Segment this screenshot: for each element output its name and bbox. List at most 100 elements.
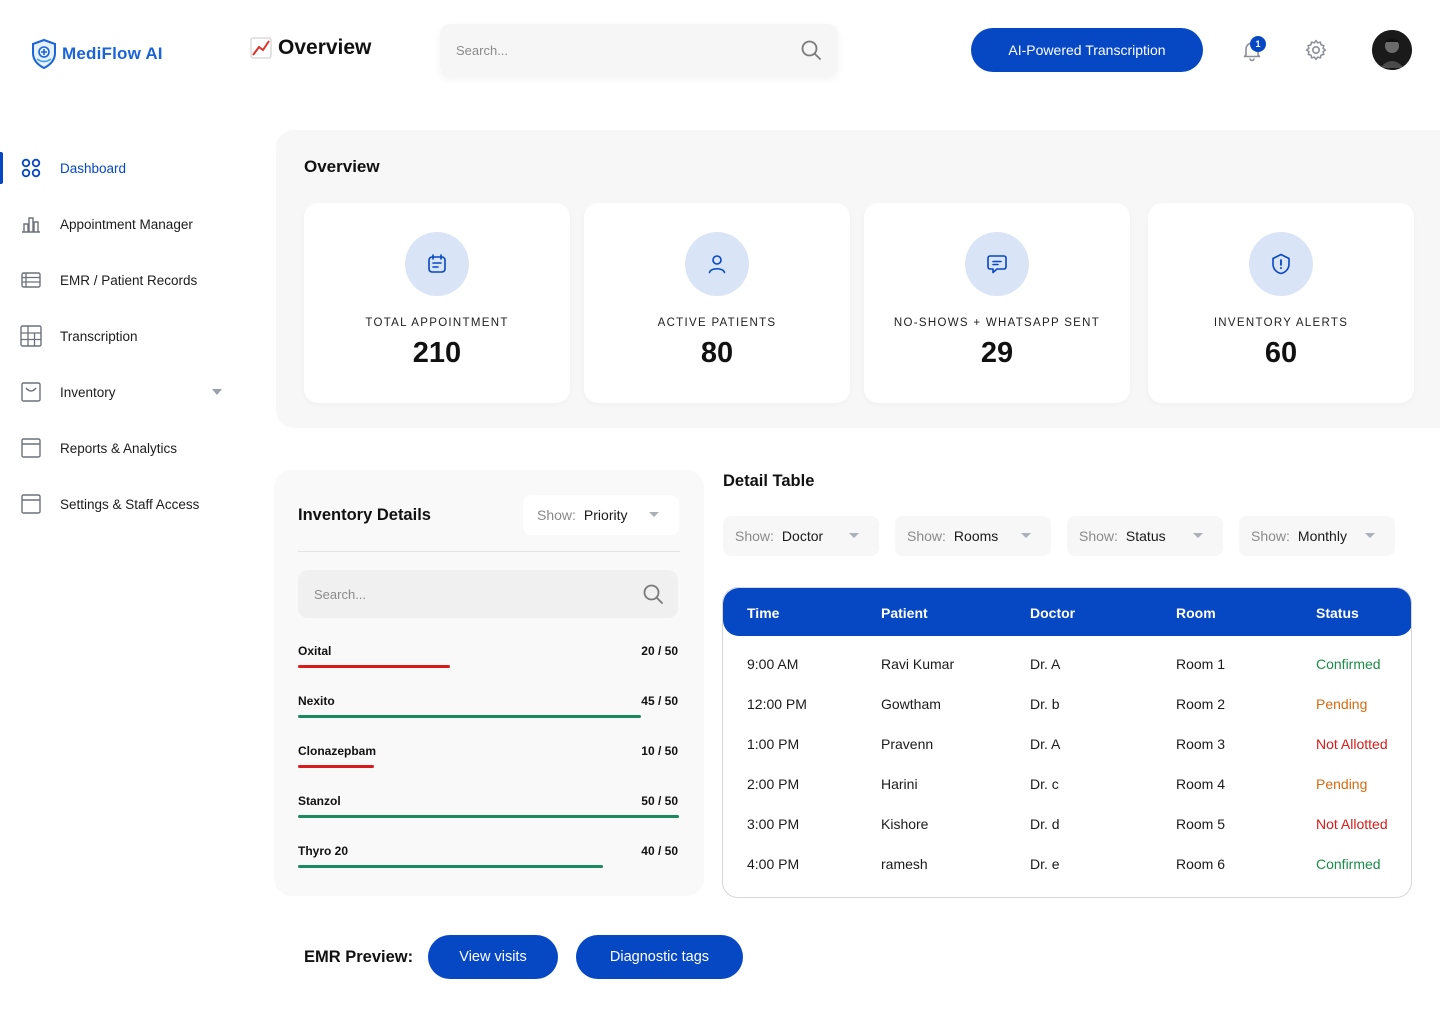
inventory-level-bar	[298, 815, 679, 818]
inventory-item[interactable]: Clonazepbam 10 / 50	[298, 744, 680, 784]
ai-transcription-button[interactable]: AI-Powered Transcription	[971, 28, 1203, 72]
table-row[interactable]: 12:00 PM Gowtham Dr. b Room 2 Pending	[723, 696, 1411, 736]
cell-doctor: Dr. e	[1030, 856, 1060, 872]
sidebar-item-appointment-manager[interactable]: Appointment Manager	[0, 196, 240, 252]
cell-doctor: Dr. A	[1030, 656, 1061, 672]
calendar-icon	[405, 232, 469, 296]
inventory-item[interactable]: Nexito 45 / 50	[298, 694, 680, 734]
stat-card-inventory-alerts[interactable]: Inventory Alerts 60	[1148, 203, 1414, 403]
dropdown-label: Show:	[1251, 528, 1290, 544]
cell-status: Confirmed	[1316, 856, 1381, 872]
filter-doctor-dropdown[interactable]: Show: Doctor	[723, 516, 879, 556]
top-search-box[interactable]	[440, 24, 838, 76]
cell-doctor: Dr. c	[1030, 776, 1059, 792]
column-header-time[interactable]: Time	[747, 605, 779, 621]
table-row[interactable]: 2:00 PM Harini Dr. c Room 4 Pending	[723, 776, 1411, 816]
search-icon[interactable]	[642, 583, 664, 605]
app-logo[interactable]: MediFlow AI	[30, 38, 163, 70]
inventory-search-input[interactable]	[314, 586, 642, 602]
sidebar-item-label: Appointment Manager	[60, 216, 193, 232]
cell-time: 3:00 PM	[747, 816, 800, 832]
stat-card-total-appointment[interactable]: Total Appointment 210	[304, 203, 570, 403]
chevron-down-icon[interactable]	[212, 389, 222, 395]
records-list-icon	[20, 269, 42, 291]
cell-room: Room 1	[1176, 656, 1226, 672]
dropdown-label: Show:	[735, 528, 774, 544]
cell-status: Pending	[1316, 776, 1368, 792]
inventory-title: Inventory Details	[298, 506, 431, 524]
column-header-room[interactable]: Room	[1176, 605, 1216, 621]
user-icon	[685, 232, 749, 296]
stat-card-active-patients[interactable]: Active Patients 80	[584, 203, 850, 403]
table-grid-icon	[20, 325, 42, 347]
sidebar-item-transcription[interactable]: Transcription	[0, 308, 240, 364]
cell-status: Pending	[1316, 696, 1368, 712]
inventory-priority-dropdown[interactable]: Show: Priority	[523, 495, 679, 535]
stat-label: Total Appointment	[365, 317, 509, 329]
cell-status: Confirmed	[1316, 656, 1381, 672]
sidebar-item-label: Dashboard	[60, 160, 127, 176]
table-row[interactable]: 9:00 AM Ravi Kumar Dr. A Room 1 Confirme…	[723, 656, 1411, 696]
sidebar-item-label: EMR / Patient Records	[60, 272, 198, 288]
inventory-item-count: 45 / 50	[641, 694, 678, 708]
dropdown-value: Rooms	[953, 528, 999, 544]
sidebar-item-label: Transcription	[60, 328, 138, 344]
inventory-level-bar	[298, 715, 641, 718]
inventory-search-box[interactable]	[298, 570, 678, 618]
chevron-down-icon	[649, 512, 659, 517]
user-avatar[interactable]	[1372, 30, 1412, 70]
filter-status-dropdown[interactable]: Show: Status	[1067, 516, 1223, 556]
cell-room: Room 2	[1176, 696, 1226, 712]
cell-patient: ramesh	[881, 856, 928, 872]
inventory-item-name: Nexito	[298, 694, 335, 708]
stat-value: 210	[412, 337, 462, 369]
dropdown-value: Priority	[583, 507, 628, 523]
inventory-item[interactable]: Oxital 20 / 50	[298, 644, 680, 684]
top-search-input[interactable]	[456, 42, 800, 58]
cell-time: 2:00 PM	[747, 776, 800, 792]
filter-monthly-dropdown[interactable]: Show: Monthly	[1239, 516, 1395, 556]
column-header-patient[interactable]: Patient	[881, 605, 928, 621]
sidebar-item-dashboard[interactable]: Dashboard	[0, 140, 240, 196]
inventory-box-icon	[20, 381, 42, 403]
chevron-down-icon	[849, 533, 859, 538]
sidebar-item-inventory[interactable]: Inventory	[0, 364, 240, 420]
notification-count-badge: 1	[1250, 36, 1266, 52]
stat-value: 29	[980, 337, 1014, 369]
diagnostic-tags-button[interactable]: Diagnostic tags	[576, 935, 743, 979]
gear-icon[interactable]	[1304, 38, 1328, 62]
inventory-item[interactable]: Stanzol 50 / 50	[298, 794, 680, 834]
inventory-item-name: Clonazepbam	[298, 744, 377, 758]
chevron-down-icon	[1193, 533, 1203, 538]
inventory-level-bar	[298, 665, 450, 668]
table-row[interactable]: 4:00 PM ramesh Dr. e Room 6 Confirmed	[723, 856, 1411, 896]
sidebar-item-emr-patient-records[interactable]: EMR / Patient Records	[0, 252, 240, 308]
sidebar: Dashboard Appointment Manager EMR / Pati…	[0, 140, 240, 532]
cell-room: Room 5	[1176, 816, 1226, 832]
filter-rooms-dropdown[interactable]: Show: Rooms	[895, 516, 1051, 556]
column-header-status[interactable]: Status	[1316, 605, 1359, 621]
stat-card-no-shows-whatsapp[interactable]: No-Shows + WhatsApp Sent 29	[864, 203, 1130, 403]
inventory-item-count: 50 / 50	[641, 794, 678, 808]
cell-room: Room 6	[1176, 856, 1226, 872]
page-title-area: Overview	[250, 36, 371, 60]
inventory-level-bar	[298, 765, 374, 768]
inventory-item[interactable]: Thyro 20 40 / 50	[298, 844, 680, 884]
view-visits-button[interactable]: View visits	[428, 935, 558, 979]
detail-table: Time Patient Doctor Room Status 9:00 AM …	[722, 587, 1412, 898]
sidebar-item-settings-staff-access[interactable]: Settings & Staff Access	[0, 476, 240, 532]
table-row[interactable]: 1:00 PM Pravenn Dr. A Room 3 Not Allotte…	[723, 736, 1411, 776]
search-icon[interactable]	[800, 39, 822, 61]
table-header: Time Patient Doctor Room Status	[723, 588, 1411, 636]
chevron-down-icon	[1365, 533, 1375, 538]
cell-time: 1:00 PM	[747, 736, 800, 752]
column-header-doctor[interactable]: Doctor	[1030, 605, 1075, 621]
cell-patient: Ravi Kumar	[881, 656, 955, 672]
sidebar-item-label: Reports & Analytics	[60, 440, 178, 456]
dropdown-value: Monthly	[1297, 528, 1347, 544]
medical-shield-icon	[32, 38, 56, 70]
user-photo-icon	[1372, 30, 1412, 70]
sidebar-item-reports-analytics[interactable]: Reports & Analytics	[0, 420, 240, 476]
table-row[interactable]: 3:00 PM Kishore Dr. d Room 5 Not Allotte…	[723, 816, 1411, 856]
cell-time: 9:00 AM	[747, 656, 799, 672]
